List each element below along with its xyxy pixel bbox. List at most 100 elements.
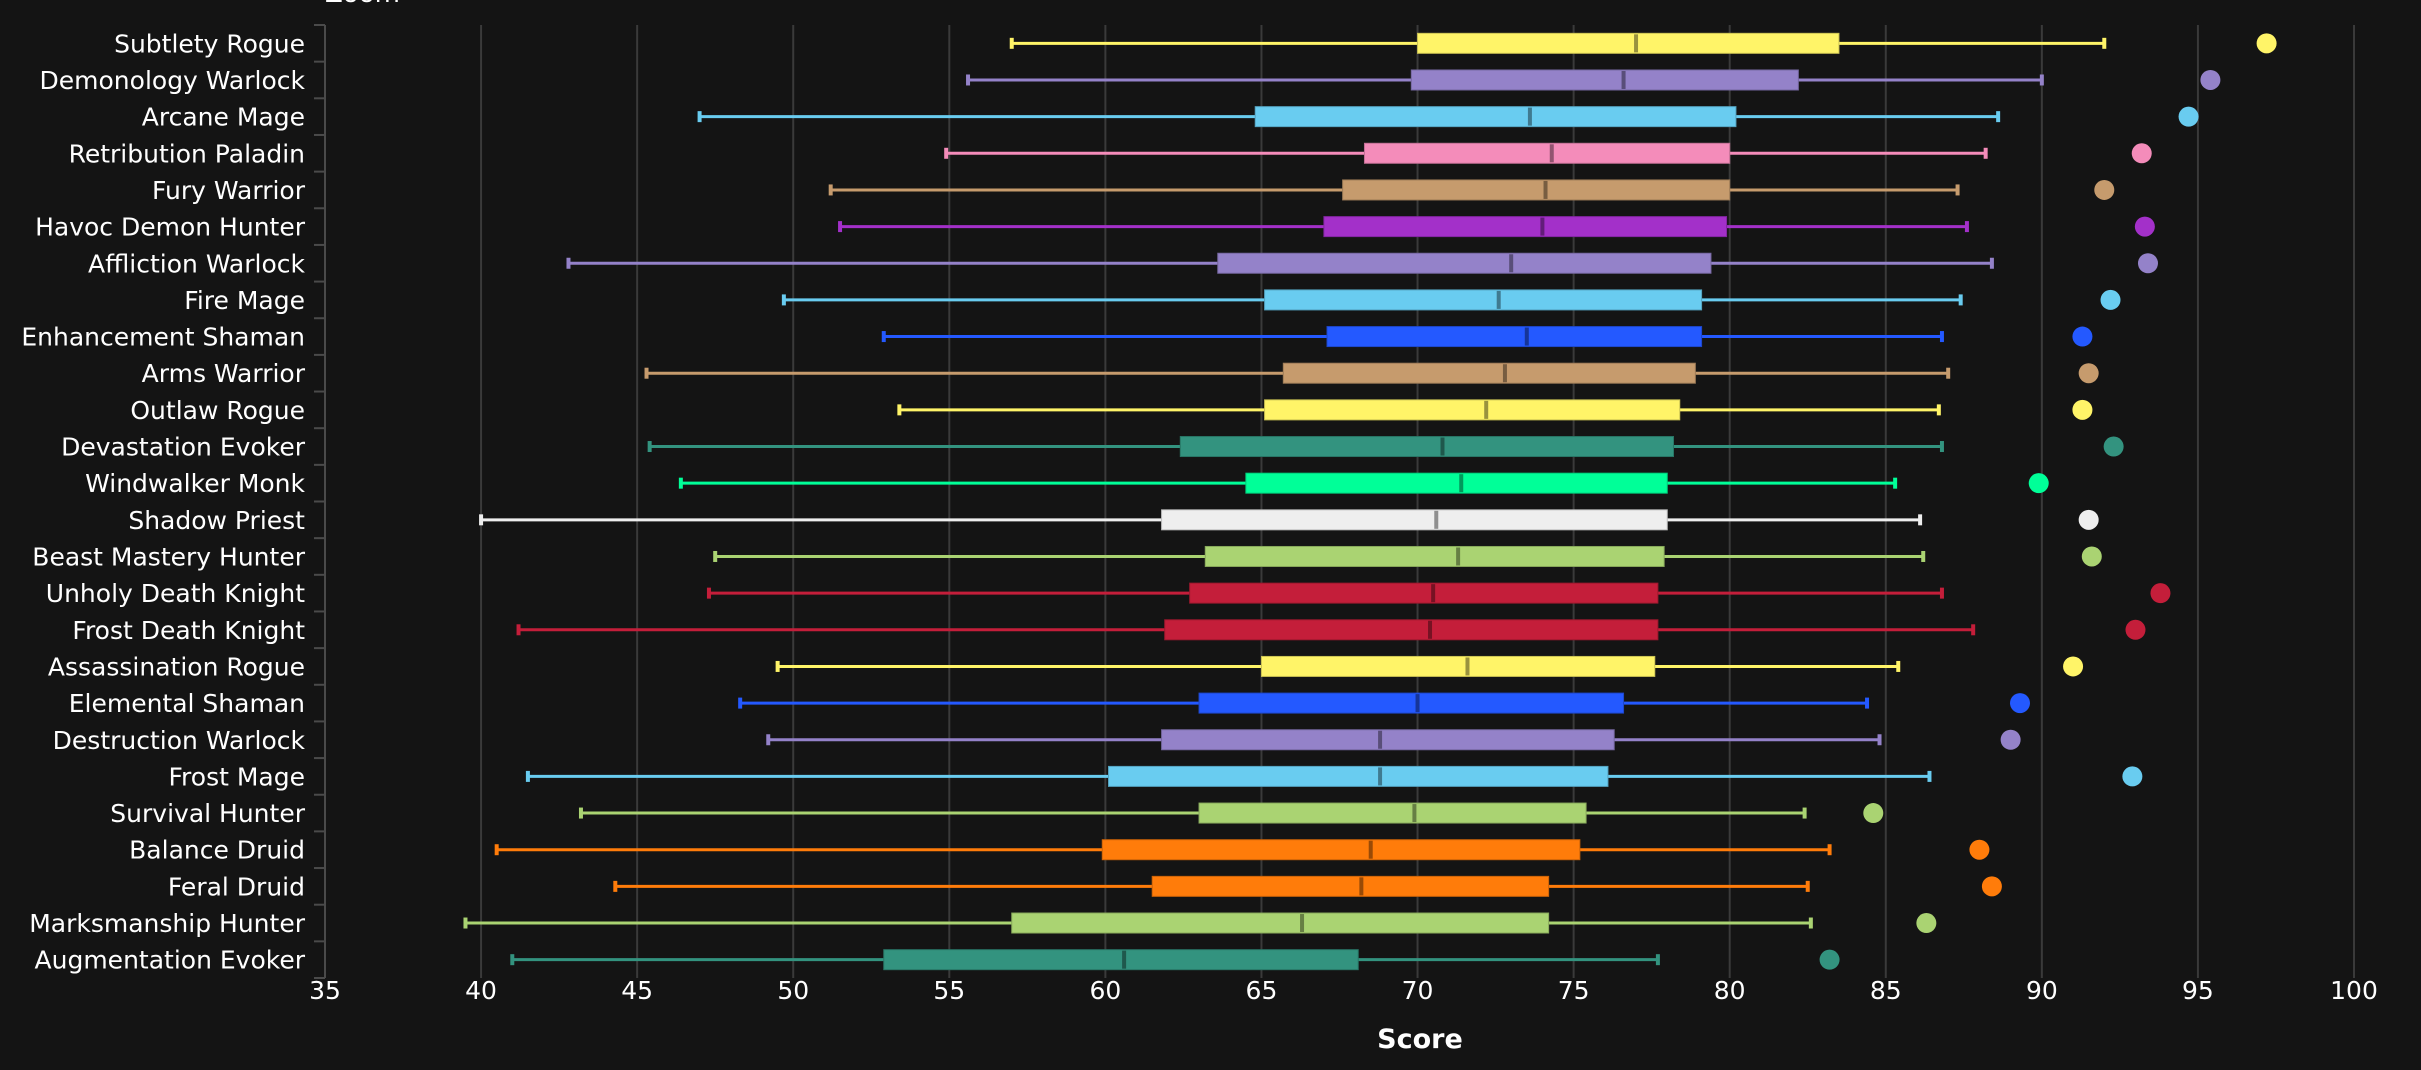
box-demonology-warlock <box>966 69 2044 91</box>
box-balance-druid <box>494 839 1832 861</box>
category-label: Retribution Paladin <box>69 139 305 168</box>
category-label: Frost Mage <box>169 762 306 791</box>
box-subtlety-rogue <box>1009 32 2107 54</box>
iqr-box <box>1161 509 1668 531</box>
box-unholy-death-knight <box>706 582 1944 604</box>
category-label: Unholy Death Knight <box>46 579 305 608</box>
x-tick-label: 50 <box>777 976 809 1005</box>
outlier-dot <box>2200 69 2221 90</box>
outlier-dot <box>2256 33 2277 54</box>
category-label: Devastation Evoker <box>61 433 306 462</box>
category-label: Beast Mastery Hunter <box>32 542 305 571</box>
x-tick-label: 55 <box>933 976 965 1005</box>
box-enhancement-shaman <box>881 326 1944 348</box>
iqr-box <box>883 949 1359 971</box>
x-tick-label: 65 <box>1246 976 1278 1005</box>
gridlines <box>480 25 2355 978</box>
category-label: Subtlety Rogue <box>114 29 305 58</box>
outlier-dot <box>2131 143 2152 164</box>
iqr-box <box>1179 436 1675 458</box>
outlier-dot <box>2081 546 2102 567</box>
category-label: Fury Warrior <box>152 176 306 205</box>
outlier-dot <box>2078 363 2099 384</box>
category-label: Marksmanship Hunter <box>29 909 305 938</box>
category-label: Survival Hunter <box>110 799 305 828</box>
clipped-header-text: Zoom <box>325 0 400 9</box>
iqr-box <box>1217 252 1712 274</box>
iqr-box <box>1323 216 1728 238</box>
category-label: Elemental Shaman <box>69 689 305 718</box>
category-label: Shadow Priest <box>128 506 305 535</box>
iqr-box <box>1204 545 1665 567</box>
iqr-box <box>1151 875 1550 897</box>
outlier-dot <box>2009 693 2030 714</box>
category-label: Windwalker Monk <box>85 469 305 498</box>
x-tick-label: 35 <box>309 976 341 1005</box>
x-tick-label: 100 <box>2330 976 2378 1005</box>
outlier-dot <box>2100 289 2121 310</box>
iqr-box <box>1254 106 1737 128</box>
iqr-box <box>1161 729 1615 751</box>
box-destruction-warlock <box>766 729 1882 751</box>
iqr-box <box>1198 692 1625 714</box>
iqr-box <box>1342 179 1731 201</box>
iqr-box <box>1101 839 1581 861</box>
outlier-dot <box>1916 913 1937 934</box>
outlier-dot <box>2125 619 2146 640</box>
category-label: Demonology Warlock <box>40 66 306 95</box>
iqr-box <box>1164 619 1659 641</box>
box-fire-mage <box>781 289 1963 311</box>
outlier-dot <box>2122 766 2143 787</box>
category-label: Outlaw Rogue <box>130 396 305 425</box>
box-survival-hunter <box>578 802 1807 824</box>
iqr-box <box>1264 289 1703 311</box>
iqr-box <box>1282 362 1696 384</box>
outlier-dot <box>2103 436 2124 457</box>
iqr-box <box>1363 142 1731 164</box>
iqr-box <box>1108 765 1609 787</box>
box-beast-mastery-hunter <box>713 545 1926 567</box>
category-label: Augmentation Evoker <box>35 946 306 975</box>
category-label: Destruction Warlock <box>53 726 306 755</box>
outlier-dot <box>2063 656 2084 677</box>
box-marksmanship-hunter <box>463 912 1813 934</box>
box-frost-death-knight <box>516 619 1976 641</box>
x-tick-label: 75 <box>1558 976 1590 1005</box>
outlier-dot <box>1969 839 1990 860</box>
box-outlaw-rogue <box>897 399 1941 421</box>
iqr-box <box>1410 69 1799 91</box>
category-label: Arcane Mage <box>142 103 305 132</box>
iqr-box <box>1011 912 1550 934</box>
iqr-box <box>1260 655 1656 677</box>
iqr-box <box>1198 802 1587 824</box>
box-shadow-priest <box>479 509 1923 531</box>
x-tick-label: 40 <box>465 976 497 1005</box>
category-label: Frost Death Knight <box>72 616 305 645</box>
outlier-dot <box>1863 803 1884 824</box>
category-label: Arms Warrior <box>142 359 306 388</box>
category-label: Fire Mage <box>184 286 305 315</box>
outlier-dot <box>2072 399 2093 420</box>
outlier-dot <box>1819 949 1840 970</box>
outlier-dot <box>2094 179 2115 200</box>
iqr-box <box>1417 32 1840 54</box>
x-axis-title: Score <box>1377 1024 1463 1055</box>
outlier-dot <box>2028 473 2049 494</box>
outlier-dot <box>2137 253 2158 274</box>
box-augmentation-evoker <box>510 949 1660 971</box>
box-arcane-mage <box>697 106 2001 128</box>
x-tick-label: 85 <box>1870 976 1902 1005</box>
category-label: Feral Druid <box>168 872 305 901</box>
category-label: Balance Druid <box>129 836 305 865</box>
outlier-dot <box>2078 509 2099 530</box>
box-windwalker-monk <box>678 472 1898 494</box>
box-fury-warrior <box>828 179 1960 201</box>
boxplot-chart: Zoom 35 40 45 50 55 60 65 70 75 80 85 90 95 100 Subtle… <box>21 0 2378 1055</box>
x-tick-label: 45 <box>621 976 653 1005</box>
outlier-dot <box>2178 106 2199 127</box>
outlier-dot <box>1981 876 2002 897</box>
box-arms-warrior <box>644 362 1951 384</box>
box-elemental-shaman <box>738 692 1870 714</box>
x-tick-label: 95 <box>2182 976 2214 1005</box>
outlier-points <box>1819 33 2277 970</box>
